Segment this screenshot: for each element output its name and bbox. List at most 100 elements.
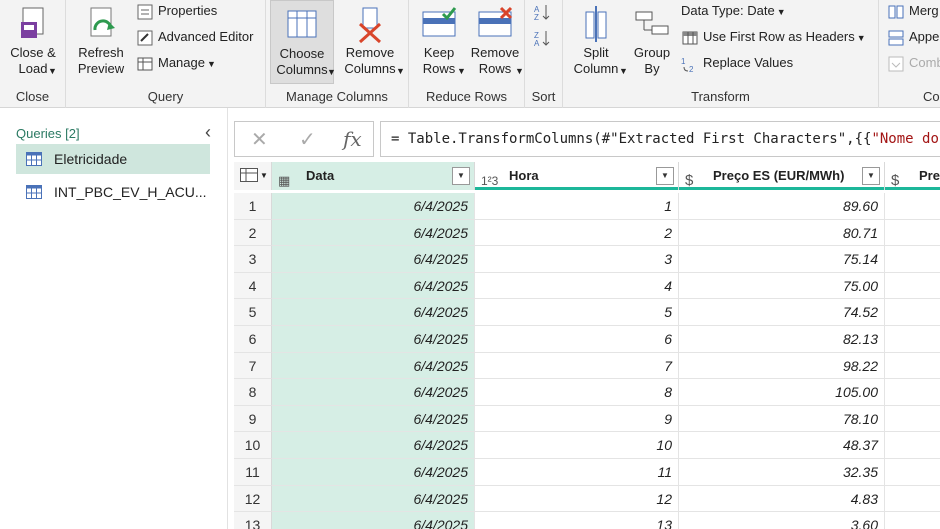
cell-preco-es[interactable]: 89.60: [679, 193, 885, 220]
cell-preco-es[interactable]: 75.14: [679, 246, 885, 273]
column-header-preco-es[interactable]: $ Preço ES (EUR/MWh) ▼: [679, 162, 885, 190]
cell-preco-es[interactable]: 105.00: [679, 379, 885, 406]
cell-data[interactable]: 6/4/2025: [272, 459, 475, 486]
row-number[interactable]: 13: [234, 512, 272, 529]
close-load-button[interactable]: Close & Load ▼: [2, 0, 64, 84]
cell-data[interactable]: 6/4/2025: [272, 352, 475, 380]
group-by-button[interactable]: Group By: [627, 0, 677, 84]
cell-data[interactable]: 6/4/2025: [272, 246, 475, 273]
cancel-icon[interactable]: ✕: [251, 127, 268, 152]
column-filter-button[interactable]: ▼: [452, 167, 470, 185]
row-number[interactable]: 1: [234, 193, 272, 220]
cell-preco-partial[interactable]: [885, 353, 940, 380]
column-header-data[interactable]: ▦ Data ▼: [272, 162, 475, 190]
cell-hora[interactable]: 5: [475, 299, 679, 326]
replace-values-button[interactable]: 1 2 Replace Values: [681, 52, 793, 74]
cell-data[interactable]: 6/4/2025: [272, 193, 475, 220]
properties-button[interactable]: Properties: [136, 0, 217, 22]
svg-text:1: 1: [681, 57, 686, 66]
cell-preco-es[interactable]: 32.35: [679, 459, 885, 486]
refresh-preview-button[interactable]: Refresh Preview: [70, 0, 132, 84]
column-header-hora[interactable]: 1²3 Hora ▼: [475, 162, 679, 190]
split-column-button[interactable]: Split Column ▼: [567, 0, 628, 84]
cell-preco-partial[interactable]: [885, 246, 940, 273]
collapse-pane-icon[interactable]: ‹: [205, 122, 211, 143]
remove-columns-button[interactable]: Remove Columns ▼: [338, 0, 405, 84]
cell-data[interactable]: 6/4/2025: [272, 219, 475, 247]
cell-hora[interactable]: 13: [475, 512, 679, 529]
cell-data[interactable]: 6/4/2025: [272, 432, 475, 459]
cell-hora[interactable]: 11: [475, 459, 679, 486]
cell-preco-partial[interactable]: [885, 432, 940, 459]
cell-preco-partial[interactable]: [885, 220, 940, 247]
cell-data[interactable]: 6/4/2025: [272, 485, 475, 513]
cell-preco-es[interactable]: 98.22: [679, 352, 885, 380]
cell-preco-partial[interactable]: [885, 273, 940, 300]
cell-hora[interactable]: 10: [475, 432, 679, 459]
row-number[interactable]: 2: [234, 219, 272, 247]
merge-queries-button[interactable]: Merg: [887, 0, 939, 22]
sort-ascending-button[interactable]: AZ: [533, 0, 555, 22]
cell-preco-partial[interactable]: [885, 326, 940, 353]
row-number[interactable]: 3: [234, 246, 272, 273]
choose-columns-button[interactable]: Choose Columns ▼: [270, 0, 336, 84]
cell-data[interactable]: 6/4/2025: [272, 326, 475, 353]
row-number[interactable]: 5: [234, 299, 272, 326]
cell-preco-es[interactable]: 74.52: [679, 299, 885, 326]
table-menu-button[interactable]: ▼: [234, 162, 272, 190]
confirm-icon[interactable]: ✓: [299, 127, 316, 152]
cell-hora[interactable]: 2: [475, 219, 679, 247]
sort-descending-button[interactable]: ZA: [533, 26, 555, 48]
row-number[interactable]: 7: [234, 352, 272, 380]
cell-preco-partial[interactable]: [885, 512, 940, 529]
fx-icon[interactable]: fx: [343, 127, 362, 151]
row-number[interactable]: 4: [234, 272, 272, 300]
cell-preco-es[interactable]: 3.60: [679, 512, 885, 529]
cell-hora[interactable]: 12: [475, 485, 679, 513]
cell-preco-es[interactable]: 75.00: [679, 272, 885, 300]
data-type-dropdown[interactable]: Data Type: Date ▼: [681, 0, 786, 22]
advanced-editor-button[interactable]: Advanced Editor: [136, 26, 253, 48]
cell-data[interactable]: 6/4/2025: [272, 299, 475, 326]
row-number[interactable]: 12: [234, 485, 272, 513]
cell-data[interactable]: 6/4/2025: [272, 272, 475, 300]
cell-preco-es[interactable]: 80.71: [679, 219, 885, 247]
remove-rows-button[interactable]: Remove Rows ▼: [467, 0, 524, 84]
row-number[interactable]: 11: [234, 459, 272, 486]
manage-button[interactable]: Manage ▼: [136, 52, 216, 74]
cell-preco-partial[interactable]: [885, 193, 940, 220]
cell-preco-partial[interactable]: [885, 299, 940, 326]
cell-preco-partial[interactable]: [885, 406, 940, 433]
cell-preco-es[interactable]: 82.13: [679, 326, 885, 353]
row-number[interactable]: 8: [234, 379, 272, 406]
formula-input[interactable]: = Table.TransformColumns(#"Extracted Fir…: [380, 121, 940, 157]
keep-rows-button[interactable]: Keep Rows ▼: [411, 0, 467, 84]
cell-hora[interactable]: 4: [475, 272, 679, 300]
cell-data[interactable]: 6/4/2025: [272, 379, 475, 406]
cell-hora[interactable]: 9: [475, 405, 679, 433]
query-item-int-pbc[interactable]: INT_PBC_EV_H_ACU...: [16, 177, 210, 207]
column-filter-button[interactable]: ▼: [656, 167, 674, 185]
cell-preco-es[interactable]: 48.37: [679, 432, 885, 459]
cell-preco-partial[interactable]: [885, 459, 940, 486]
row-number[interactable]: 6: [234, 326, 272, 353]
append-queries-button[interactable]: Appe: [887, 26, 939, 48]
column-header-preco-partial[interactable]: $ Preç: [885, 162, 940, 190]
row-number[interactable]: 9: [234, 405, 272, 433]
cell-hora[interactable]: 8: [475, 379, 679, 406]
cell-hora[interactable]: 6: [475, 326, 679, 353]
query-item-eletricidade[interactable]: Eletricidade: [16, 144, 210, 174]
cell-hora[interactable]: 7: [475, 352, 679, 380]
use-first-row-headers-button[interactable]: Use First Row as Headers ▼: [681, 26, 866, 48]
cell-preco-es[interactable]: 4.83: [679, 485, 885, 513]
combine-files-button[interactable]: Comb: [887, 52, 940, 74]
cell-data[interactable]: 6/4/2025: [272, 512, 475, 529]
column-filter-button[interactable]: ▼: [862, 167, 880, 185]
cell-hora[interactable]: 3: [475, 246, 679, 273]
cell-data[interactable]: 6/4/2025: [272, 405, 475, 433]
cell-preco-partial[interactable]: [885, 486, 940, 513]
row-number[interactable]: 10: [234, 432, 272, 459]
cell-preco-es[interactable]: 78.10: [679, 405, 885, 433]
cell-preco-partial[interactable]: [885, 379, 940, 406]
cell-hora[interactable]: 1: [475, 193, 679, 220]
